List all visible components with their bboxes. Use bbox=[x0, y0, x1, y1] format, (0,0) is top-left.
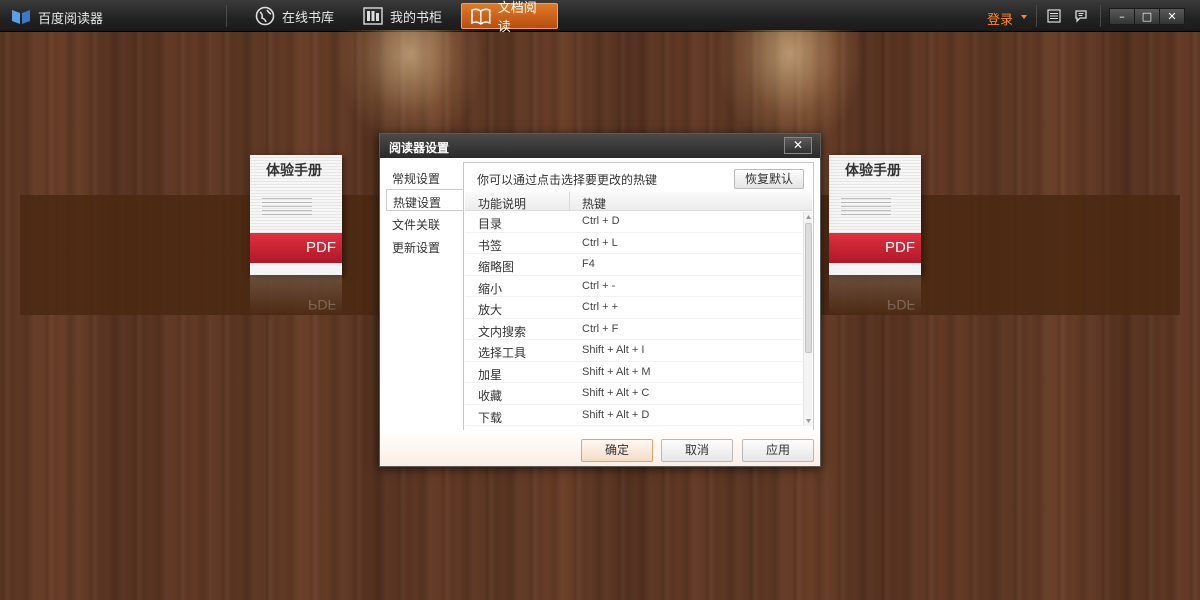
divider bbox=[1036, 5, 1037, 27]
column-header-function[interactable]: 功能说明 bbox=[478, 195, 526, 212]
table-header: 功能说明 热键 bbox=[465, 192, 812, 211]
minimize-button[interactable]: – bbox=[1109, 8, 1135, 25]
dialog-footer: 确定 取消 应用 bbox=[380, 430, 820, 466]
app-logo-icon bbox=[12, 10, 30, 24]
cancel-button[interactable]: 取消 bbox=[661, 439, 733, 462]
maximize-button[interactable]: □ bbox=[1134, 8, 1160, 25]
hotkey-list: 目录 Ctrl + D 书签 Ctrl + L 缩略图 F4 缩小 Ctrl + - 放… bbox=[465, 211, 802, 427]
hotkey-cell: Shift + Alt + C bbox=[582, 387, 650, 399]
nav-label: 在线书库 bbox=[282, 10, 335, 26]
function-cell: 缩小 bbox=[478, 281, 503, 296]
hotkey-cell: Shift + Alt + M bbox=[582, 365, 651, 378]
nav-document-reading[interactable]: 文档阅读 bbox=[461, 1, 558, 35]
dialog-title: 阅读器设置 bbox=[389, 141, 450, 155]
close-window-button[interactable]: ✕ bbox=[1159, 8, 1185, 25]
function-cell: 书签 bbox=[478, 238, 503, 253]
sidebar-item-file-association[interactable]: 文件关联 bbox=[386, 212, 462, 234]
sidebar-item-update[interactable]: 更新设置 bbox=[386, 235, 462, 257]
hotkey-cell: Ctrl + D bbox=[582, 215, 620, 227]
login-link[interactable]: 登录 bbox=[987, 9, 1013, 28]
dialog-titlebar[interactable]: 阅读器设置 ✕ bbox=[380, 134, 820, 158]
hotkey-panel: 你可以通过点击选择要更改的热键 恢复默认 功能说明 热键 目录 Ctrl + D … bbox=[463, 162, 814, 431]
hotkey-hint: 你可以通过点击选择要更改的热键 bbox=[477, 173, 658, 187]
book-title: 体验手册 bbox=[845, 163, 901, 179]
book-cover[interactable]: 体验手册 PDF bbox=[829, 155, 921, 275]
table-row[interactable]: 缩小 Ctrl + - bbox=[465, 276, 802, 297]
list-icon[interactable] bbox=[1047, 9, 1061, 23]
column-divider bbox=[569, 192, 570, 211]
chat-bubble-icon[interactable] bbox=[1074, 9, 1088, 23]
pdf-badge: PDF bbox=[306, 239, 336, 256]
function-cell: 缩略图 bbox=[478, 260, 515, 274]
bookshelf-icon bbox=[363, 7, 383, 25]
dialog-close-button[interactable]: ✕ bbox=[784, 137, 812, 154]
function-cell: 目录 bbox=[478, 217, 503, 231]
hotkey-cell: Ctrl + - bbox=[582, 279, 616, 292]
function-cell: 加星 bbox=[478, 367, 503, 382]
column-header-hotkey[interactable]: 热键 bbox=[582, 195, 606, 212]
table-row[interactable]: 收藏 Shift + Alt + C bbox=[465, 383, 802, 405]
scroll-thumb[interactable] bbox=[805, 223, 812, 353]
reflection-text: PDF bbox=[308, 297, 336, 313]
table-row[interactable]: 书签 Ctrl + L bbox=[465, 233, 802, 254]
function-cell: 下载 bbox=[478, 410, 503, 425]
table-row[interactable]: 目录 Ctrl + D bbox=[465, 211, 802, 233]
nav-label: 我的书柜 bbox=[390, 10, 443, 26]
app-title: 百度阅读器 bbox=[38, 12, 104, 27]
sidebar-item-hotkeys[interactable]: 热键设置 bbox=[386, 189, 464, 211]
settings-sidebar: 常规设置 热键设置 文件关联 更新设置 bbox=[380, 158, 464, 418]
book-title: 体验手册 bbox=[266, 163, 322, 179]
function-cell: 选择工具 bbox=[478, 346, 527, 360]
hotkey-cell: Shift + Alt + I bbox=[582, 344, 645, 356]
book-cover[interactable]: 体验手册 PDF bbox=[250, 155, 342, 275]
table-row[interactable]: 加星 Shift + Alt + M bbox=[465, 362, 802, 383]
ok-button[interactable]: 确定 bbox=[581, 439, 653, 462]
nav-my-bookshelf[interactable]: 我的书柜 bbox=[354, 3, 450, 29]
globe-icon bbox=[255, 6, 275, 26]
settings-dialog: 阅读器设置 ✕ 常规设置 热键设置 文件关联 更新设置 你可以通过点击选择要更改… bbox=[379, 133, 821, 467]
sidebar-item-general[interactable]: 常规设置 bbox=[386, 166, 462, 188]
hotkey-cell: F4 bbox=[582, 258, 595, 270]
chevron-down-icon[interactable] bbox=[1021, 15, 1027, 19]
spotlight bbox=[715, 30, 865, 150]
function-cell: 收藏 bbox=[478, 389, 503, 403]
scroll-up-icon[interactable] bbox=[805, 213, 812, 221]
pdf-badge: PDF bbox=[885, 239, 915, 256]
table-row[interactable]: 缩略图 F4 bbox=[465, 254, 802, 276]
reflection-text: PDF bbox=[887, 297, 915, 313]
restore-defaults-button[interactable]: 恢复默认 bbox=[734, 169, 804, 189]
function-cell: 放大 bbox=[478, 303, 503, 317]
spotlight bbox=[335, 30, 485, 150]
vertical-scrollbar[interactable] bbox=[803, 212, 812, 426]
table-row[interactable]: 放大 Ctrl + + bbox=[465, 297, 802, 319]
hotkey-cell: Ctrl + F bbox=[582, 322, 619, 335]
table-row[interactable]: 下载 Shift + Alt + D bbox=[465, 405, 802, 426]
cover-text-lines bbox=[841, 197, 891, 215]
divider bbox=[226, 5, 227, 27]
nav-online-library[interactable]: 在线书库 bbox=[246, 3, 342, 29]
scroll-down-icon[interactable] bbox=[805, 417, 812, 425]
top-bar: 百度阅读器 在线书库 我的书柜 文档阅读 登录 – □ ✕ bbox=[0, 0, 1200, 35]
divider bbox=[1100, 5, 1101, 27]
hotkey-cell: Ctrl + + bbox=[582, 301, 619, 313]
open-book-icon bbox=[471, 8, 491, 25]
function-cell: 文内搜索 bbox=[478, 324, 527, 339]
table-row[interactable]: 文内搜索 Ctrl + F bbox=[465, 319, 802, 340]
hotkey-cell: Shift + Alt + D bbox=[582, 408, 650, 421]
table-row[interactable]: 选择工具 Shift + Alt + I bbox=[465, 340, 802, 362]
book-reflection: PDF bbox=[250, 275, 342, 315]
hotkey-cell: Ctrl + L bbox=[582, 236, 618, 249]
cover-text-lines bbox=[262, 197, 312, 215]
apply-button[interactable]: 应用 bbox=[742, 439, 814, 462]
book-reflection: PDF bbox=[829, 275, 921, 315]
nav-label: 文档阅读 bbox=[497, 1, 537, 35]
